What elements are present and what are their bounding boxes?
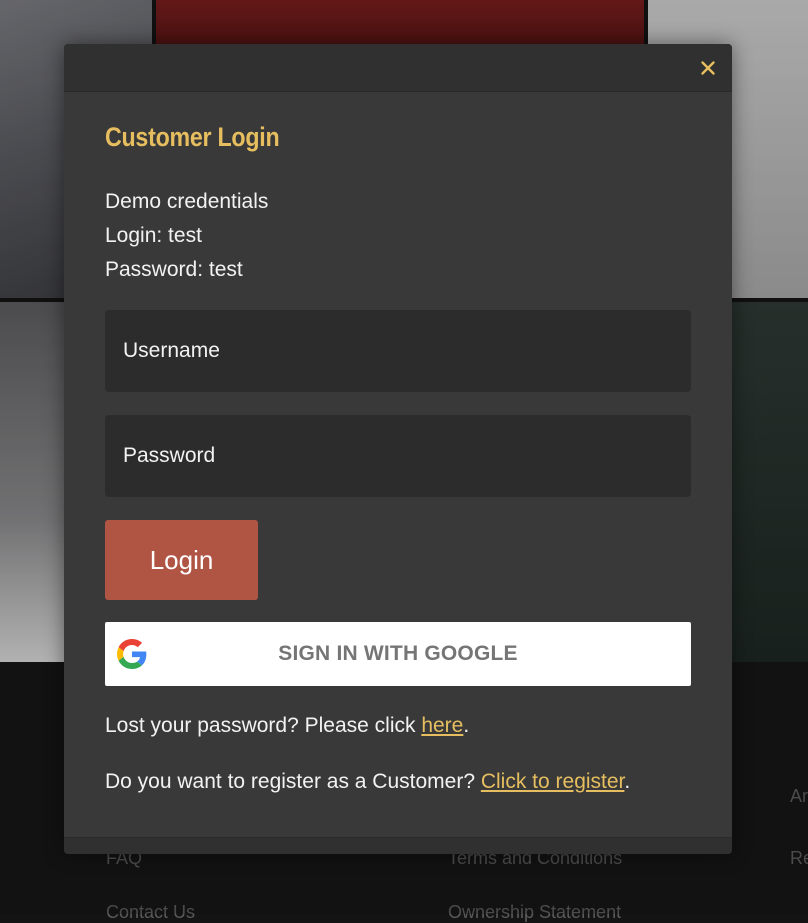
lost-password-text: Lost your password? Please click here. bbox=[105, 714, 469, 738]
demo-login-text: Login: test bbox=[105, 224, 202, 247]
modal-title: Customer Login bbox=[105, 122, 280, 152]
register-prefix: Do you want to register as a Customer? bbox=[105, 770, 481, 793]
password-input[interactable] bbox=[105, 415, 691, 497]
register-suffix: . bbox=[624, 770, 631, 793]
close-button[interactable] bbox=[698, 58, 718, 78]
login-modal: Customer Login Demo credentials Login: t… bbox=[64, 44, 732, 854]
lost-password-link[interactable]: here bbox=[421, 714, 463, 737]
close-icon bbox=[701, 61, 715, 75]
username-input[interactable] bbox=[105, 310, 691, 392]
modal-footer bbox=[64, 837, 732, 854]
demo-credentials-heading: Demo credentials bbox=[105, 190, 269, 213]
lost-password-prefix: Lost your password? Please click bbox=[105, 714, 422, 737]
login-button[interactable]: Login bbox=[105, 520, 258, 600]
register-text: Do you want to register as a Customer? C… bbox=[105, 770, 630, 794]
modal-header bbox=[64, 44, 732, 92]
google-signin-label: SIGN IN WITH GOOGLE bbox=[278, 642, 518, 665]
lost-password-suffix: . bbox=[463, 714, 470, 737]
google-signin-button[interactable]: SIGN IN WITH GOOGLE bbox=[105, 622, 691, 686]
register-link[interactable]: Click to register bbox=[481, 770, 625, 793]
demo-password-text: Password: test bbox=[105, 258, 243, 281]
